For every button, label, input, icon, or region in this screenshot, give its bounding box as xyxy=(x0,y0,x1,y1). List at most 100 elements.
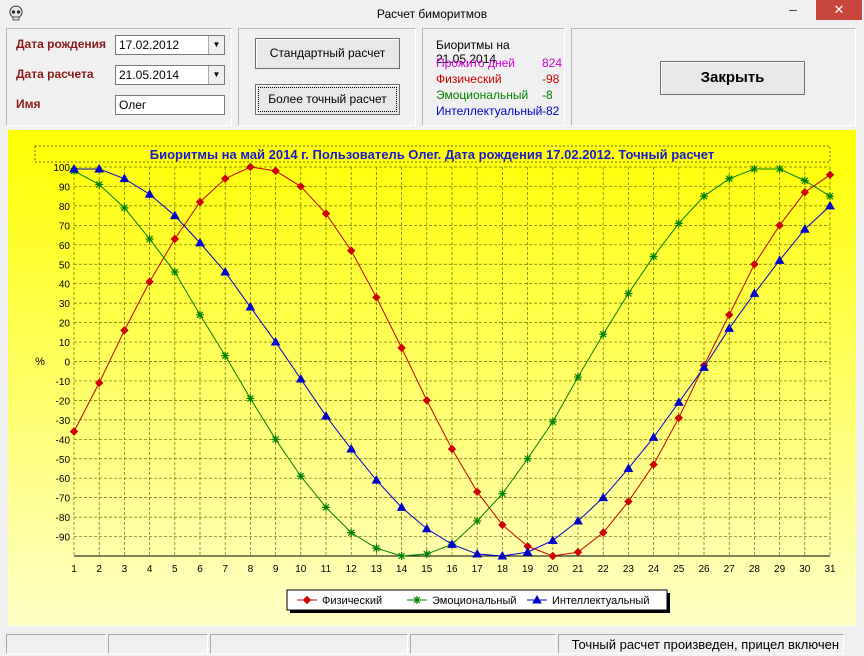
data-point xyxy=(170,268,179,277)
biorhythm-value: -98 xyxy=(542,72,560,86)
biorhythm-label: Интеллектуальный xyxy=(436,104,543,118)
data-point xyxy=(95,180,104,189)
y-tick-label: -90 xyxy=(56,533,71,544)
close-window-button[interactable]: ✕ xyxy=(816,0,862,20)
data-point xyxy=(700,192,708,201)
x-tick-label: 25 xyxy=(673,564,685,575)
standard-calc-button[interactable]: Стандартный расчет xyxy=(255,38,400,69)
data-point xyxy=(574,373,582,382)
data-point xyxy=(750,164,759,173)
data-point xyxy=(422,550,431,559)
x-tick-label: 16 xyxy=(446,564,458,575)
x-tick-label: 26 xyxy=(698,564,710,575)
calc-buttons-panel: Стандартный расчет Более точный расчет xyxy=(238,28,416,126)
y-tick-label: -80 xyxy=(56,513,71,524)
status-cell-4 xyxy=(410,634,556,654)
x-tick-label: 14 xyxy=(396,564,408,575)
x-tick-label: 5 xyxy=(172,564,178,575)
data-point xyxy=(649,252,658,261)
data-point xyxy=(498,489,507,498)
y-tick-label: 30 xyxy=(59,299,71,310)
data-point xyxy=(397,552,406,560)
data-point xyxy=(599,330,608,339)
data-point xyxy=(120,203,129,212)
data-point xyxy=(826,192,834,201)
name-label: Имя xyxy=(16,97,41,111)
data-point xyxy=(372,544,381,553)
data-point xyxy=(221,351,230,360)
legend-marker xyxy=(413,596,421,604)
input-panel: Дата рождения 17.02.2012 ▼ Дата расчета … xyxy=(6,28,232,126)
data-point xyxy=(196,310,204,319)
x-tick-label: 8 xyxy=(248,564,254,575)
y-tick-label: -40 xyxy=(56,435,71,446)
data-point xyxy=(800,176,809,185)
chart-title: Биоритмы на май 2014 г. Пользователь Оле… xyxy=(150,147,714,162)
x-tick-label: 30 xyxy=(799,564,811,575)
y-tick-label: 70 xyxy=(59,221,71,232)
chart-svg: Биоритмы на май 2014 г. Пользователь Оле… xyxy=(8,130,856,626)
birth-date-label: Дата рождения xyxy=(16,37,107,51)
status-bar: Точный расчет произведен, прицел включен xyxy=(0,632,864,656)
legend-label: Эмоциональный xyxy=(432,595,517,607)
data-point xyxy=(775,164,784,173)
title-bar: Расчет биморитмов – ✕ xyxy=(0,0,864,28)
y-tick-label: 80 xyxy=(59,202,71,213)
window-title: Расчет биморитмов xyxy=(376,7,488,21)
y-tick-label: 50 xyxy=(59,260,71,271)
chart-legend: Физический Эмоциональный Интеллектуальный xyxy=(286,589,670,613)
x-tick-label: 21 xyxy=(572,564,584,575)
y-tick-label: 0 xyxy=(64,358,70,369)
birth-date-picker[interactable]: 17.02.2012 ▼ xyxy=(115,35,225,55)
data-point xyxy=(347,528,356,537)
x-tick-label: 24 xyxy=(648,564,660,575)
x-tick-label: 18 xyxy=(497,564,509,575)
biorhythm-label: Прожито дней xyxy=(436,56,515,70)
close-button[interactable]: Закрыть xyxy=(660,61,805,95)
x-tick-label: 12 xyxy=(346,564,358,575)
x-tick-label: 28 xyxy=(749,564,761,575)
biorhythm-value: 824 xyxy=(542,56,563,70)
data-point xyxy=(548,417,557,426)
y-tick-label: 10 xyxy=(59,338,71,349)
data-point xyxy=(725,174,734,183)
x-tick-label: 20 xyxy=(547,564,559,575)
biorhythm-label: Эмоциональный xyxy=(436,88,529,102)
calc-date-label: Дата расчета xyxy=(16,67,94,81)
chevron-down-icon[interactable]: ▼ xyxy=(208,66,224,84)
x-tick-label: 3 xyxy=(122,564,128,575)
y-tick-label: -30 xyxy=(56,416,71,427)
calc-date-picker[interactable]: 21.05.2014 ▼ xyxy=(115,65,225,85)
y-tick-label: 20 xyxy=(59,319,71,330)
data-point xyxy=(473,516,482,525)
status-message: Точный расчет произведен, прицел включен xyxy=(558,634,844,654)
biorhythm-values-panel: Биоритмы на 21.05.2014 Прожито дней 824 Фи… xyxy=(422,28,565,126)
data-point xyxy=(624,289,633,298)
precise-calc-button[interactable]: Более точный расчет xyxy=(255,84,400,115)
minimize-button[interactable]: – xyxy=(770,0,816,22)
chevron-down-icon[interactable]: ▼ xyxy=(208,36,224,54)
data-point xyxy=(271,435,280,444)
name-input[interactable] xyxy=(115,95,225,115)
x-tick-label: 10 xyxy=(295,564,307,575)
biorhythm-value: -8 xyxy=(542,88,553,102)
y-tick-label: 60 xyxy=(59,241,71,252)
status-cell-3 xyxy=(210,634,408,654)
biorhythm-value: -82 xyxy=(542,104,560,118)
data-point xyxy=(674,219,683,228)
y-axis-label: % xyxy=(35,356,45,368)
x-tick-label: 9 xyxy=(273,564,279,575)
x-tick-label: 27 xyxy=(724,564,736,575)
x-tick-label: 11 xyxy=(321,564,332,575)
data-point xyxy=(322,503,330,512)
y-tick-label: 40 xyxy=(59,280,71,291)
x-tick-label: 29 xyxy=(774,564,786,575)
y-tick-label: -70 xyxy=(56,494,71,505)
x-tick-label: 4 xyxy=(147,564,153,575)
x-tick-label: 13 xyxy=(371,564,383,575)
x-tick-label: 19 xyxy=(522,564,534,575)
legend-label: Интеллектуальный xyxy=(552,595,649,607)
birth-date-value: 17.02.2012 xyxy=(119,38,180,52)
x-tick-label: 6 xyxy=(197,564,203,575)
status-cell-2 xyxy=(108,634,208,654)
